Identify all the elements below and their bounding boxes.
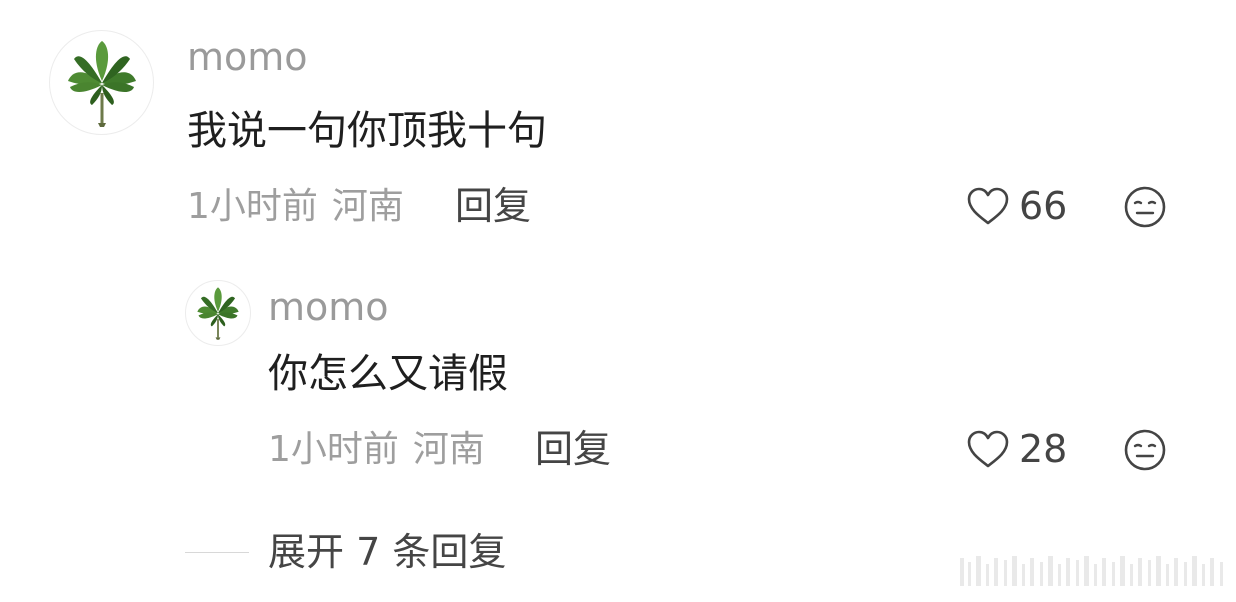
- comment-like-button[interactable]: 66: [965, 184, 1067, 228]
- reply-reply-button[interactable]: 回复: [535, 430, 611, 468]
- watermark: [958, 552, 1226, 590]
- reply-avatar[interactable]: [185, 280, 251, 346]
- heart-outline-icon: [967, 187, 1009, 225]
- leaf-avatar-image: [197, 287, 239, 340]
- comment-time: 1小时前: [187, 186, 318, 227]
- reply-username[interactable]: momo: [268, 288, 389, 326]
- comment-like-count: 66: [1019, 184, 1068, 228]
- meh-face-icon: [1124, 186, 1166, 228]
- reply-dislike-button[interactable]: [1123, 428, 1167, 472]
- comment-reply-button[interactable]: 回复: [455, 187, 531, 225]
- reply-like-count: 28: [1019, 427, 1068, 471]
- meh-face-icon: [1124, 429, 1166, 471]
- watermark-bars: [960, 556, 1223, 586]
- comment-thread: momo 我说一句你顶我十句 1小时前 河南 回复 66 momo 你怎么又请假…: [0, 0, 1236, 602]
- comment-text: 我说一句你顶我十句: [187, 108, 547, 154]
- reply-location: 河南: [412, 429, 485, 470]
- leaf-avatar-image: [67, 40, 136, 127]
- reply-text: 你怎么又请假: [268, 351, 508, 397]
- reply-meta: 1小时前 河南: [268, 432, 485, 468]
- comment-dislike-button[interactable]: [1123, 185, 1167, 229]
- reply-like-button[interactable]: 28: [965, 427, 1067, 471]
- comment-meta: 1小时前 河南: [187, 189, 404, 225]
- expand-replies-button[interactable]: 展开 7 条回复: [268, 533, 506, 571]
- reply-time: 1小时前: [268, 429, 399, 470]
- expand-divider: [185, 552, 249, 553]
- commenter-avatar[interactable]: [49, 30, 154, 135]
- comment-location: 河南: [331, 186, 404, 227]
- commenter-username[interactable]: momo: [187, 38, 308, 76]
- heart-outline-icon: [967, 430, 1009, 468]
